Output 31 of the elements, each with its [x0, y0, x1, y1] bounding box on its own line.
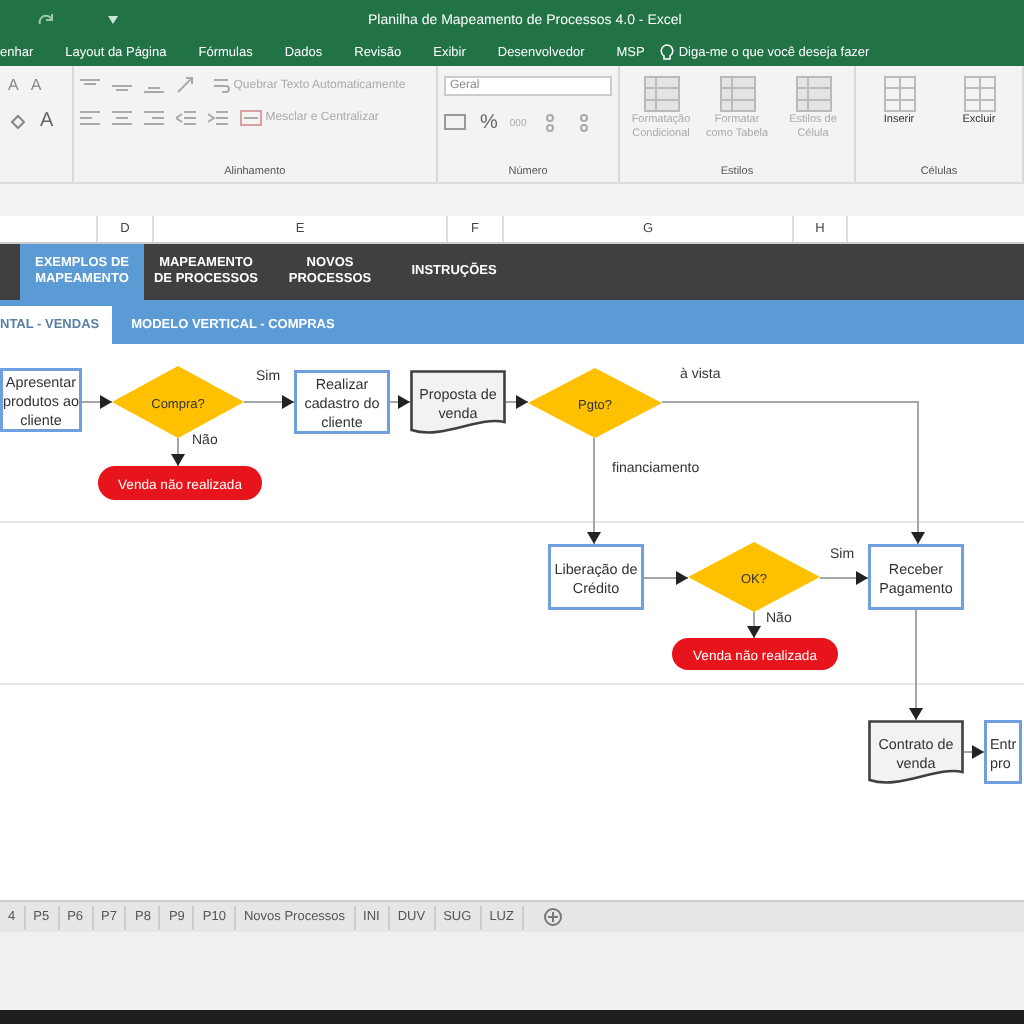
align-center-icon[interactable]: [111, 110, 132, 126]
shrink-font-button[interactable]: A: [30, 76, 42, 94]
increase-indent-icon[interactable]: [207, 110, 228, 126]
decrease-indent-icon[interactable]: [175, 110, 196, 126]
connector-arrow: [389, 395, 411, 409]
add-sheet-icon[interactable]: [543, 908, 562, 926]
table-style-icon: [643, 76, 679, 112]
connector-arrow: [963, 745, 985, 759]
connector-arrow: [747, 611, 761, 639]
connector-arrow: [171, 437, 185, 467]
connector-arrow: [243, 395, 295, 409]
table-style-icon: [719, 76, 755, 112]
connector-arrow: [81, 395, 113, 409]
connector-arrow: [587, 437, 601, 545]
align-left-icon[interactable]: [79, 110, 100, 126]
grow-font-button[interactable]: A: [8, 76, 19, 94]
dropdown-icon[interactable]: [108, 16, 118, 24]
connector-arrow: [505, 395, 529, 409]
percent-button[interactable]: %: [480, 112, 498, 134]
connector-arrow: [819, 571, 869, 585]
align-right-icon[interactable]: [143, 110, 164, 126]
cells-icon: [963, 76, 995, 112]
wrap-text-icon: [211, 76, 230, 94]
cells-icon: [883, 76, 915, 112]
merge-cells-icon: [239, 110, 262, 126]
connector-arrow: [643, 571, 689, 585]
connector-arrow: [909, 609, 923, 721]
font-color-button[interactable]: A: [40, 110, 54, 132]
lightbulb-icon: [660, 44, 675, 62]
table-style-icon: [795, 76, 831, 112]
redo-icon[interactable]: [36, 10, 56, 30]
